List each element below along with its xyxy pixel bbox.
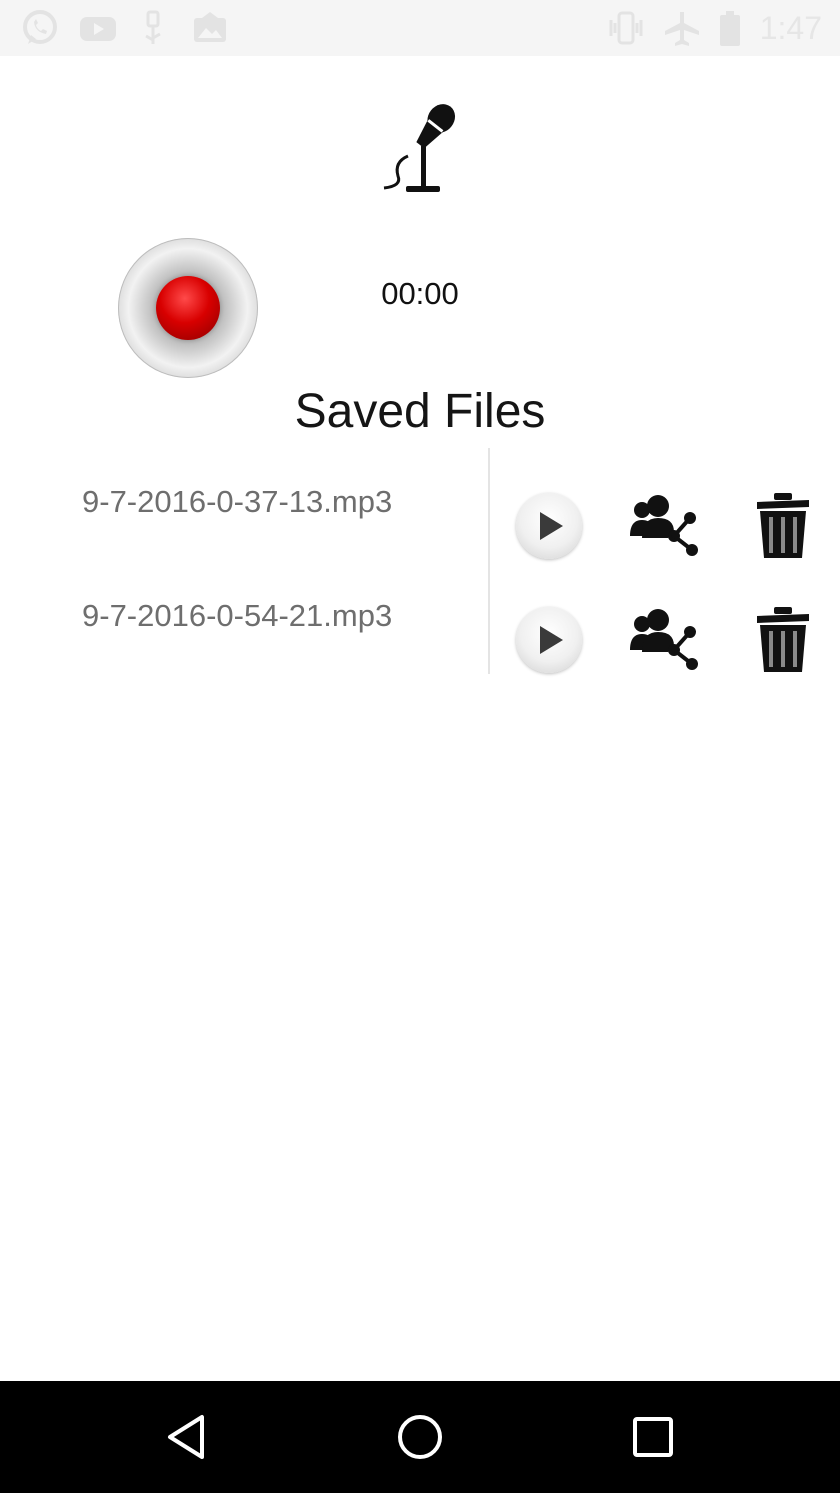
share-users-icon [630,495,698,556]
trash-icon [757,607,809,672]
whatsapp-icon [20,8,60,48]
recents-icon [633,1417,673,1457]
share-button[interactable] [628,606,700,672]
trash-icon [757,493,809,558]
home-icon [398,1415,442,1459]
usb-debug-icon [134,8,174,48]
status-bar: 1:47 [0,0,840,56]
file-row: 9-7-2016-0-37-13.mp3 [0,448,840,562]
battery-icon [710,8,750,48]
file-name: 9-7-2016-0-54-21.mp3 [82,598,393,633]
file-row: 9-7-2016-0-54-21.mp3 [0,562,840,676]
play-icon [540,512,563,540]
status-time: 1:47 [759,10,822,46]
recents-button[interactable] [627,1411,679,1463]
recording-timer: 00:00 [381,276,459,311]
home-button[interactable] [394,1411,446,1463]
record-button[interactable] [118,238,258,378]
saved-files-title: Saved Files [294,385,546,438]
vibrate-icon [606,8,646,48]
play-button[interactable] [516,607,582,673]
share-users-icon [630,609,698,670]
photo-icon [190,8,230,48]
file-name: 9-7-2016-0-37-13.mp3 [82,484,393,519]
navigation-bar [0,1381,840,1493]
play-icon [540,626,563,654]
delete-button[interactable] [754,606,812,674]
screen: 1:47 00:00 Saved Files 9-7-2016-0-37-13.… [0,0,840,1493]
delete-button[interactable] [754,492,812,560]
back-button[interactable] [162,1411,214,1463]
play-button[interactable] [516,493,582,559]
share-button[interactable] [628,492,700,558]
youtube-icon [78,8,118,48]
file-list: 9-7-2016-0-37-13.mp3 9-7-2016-0-54-21.mp… [0,448,840,674]
microphone-icon [376,96,466,200]
airplane-icon [662,8,702,48]
record-dot-icon [156,276,220,340]
back-icon [168,1415,204,1459]
